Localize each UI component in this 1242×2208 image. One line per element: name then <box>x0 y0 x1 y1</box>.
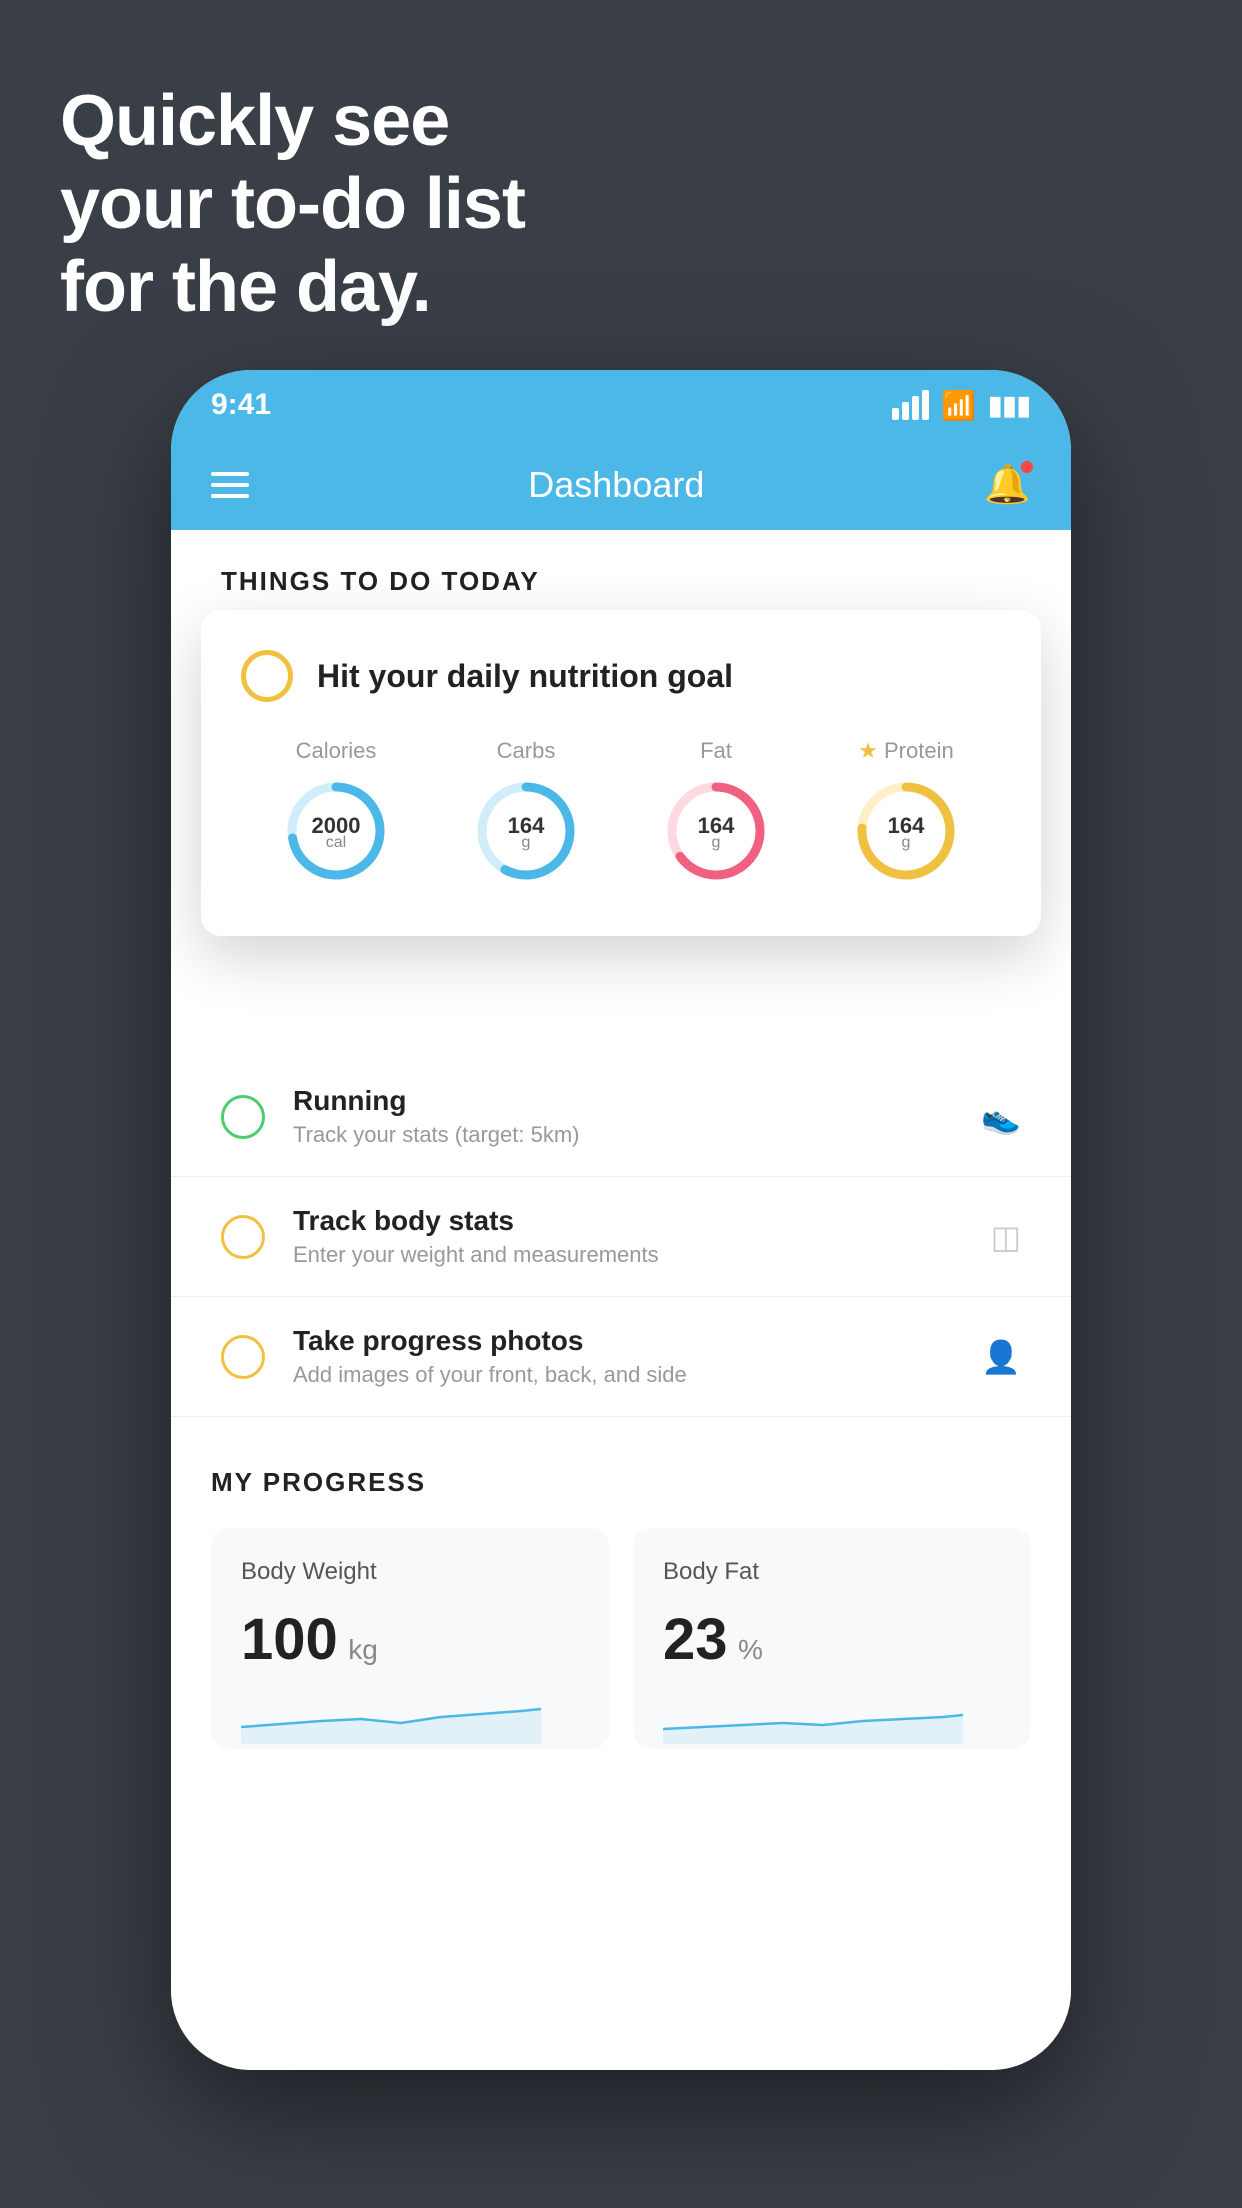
running-text: Running Track your stats (target: 5km) <box>293 1085 953 1148</box>
notification-bell-button[interactable]: 🔔 <box>984 463 1031 507</box>
svg-text:g: g <box>902 834 911 851</box>
progress-photos-check-circle <box>221 1335 265 1379</box>
hamburger-line <box>211 472 249 476</box>
fat-label: Fat <box>700 738 732 764</box>
signal-icon <box>892 390 929 420</box>
status-icons: 📶 ▮▮▮ <box>892 389 1031 422</box>
svg-text:g: g <box>522 834 531 851</box>
body-fat-value-row: 23 % <box>663 1606 1001 1673</box>
body-fat-card-title: Body Fat <box>663 1558 1001 1586</box>
app-header: Dashboard 🔔 <box>171 440 1071 530</box>
progress-photos-title: Take progress photos <box>293 1325 953 1357</box>
body-stats-text: Track body stats Enter your weight and m… <box>293 1205 963 1268</box>
hamburger-line <box>211 483 249 487</box>
nutrition-card-header: Hit your daily nutrition goal <box>241 650 1001 702</box>
calories-label: Calories <box>296 738 377 764</box>
status-bar: 9:41 📶 ▮▮▮ <box>171 370 1071 440</box>
nutrition-card: Hit your daily nutrition goal Calories 2… <box>201 610 1041 936</box>
calories-ring: 2000 cal <box>281 776 391 886</box>
body-weight-card-title: Body Weight <box>241 1558 579 1586</box>
progress-heading: MY PROGRESS <box>211 1467 1031 1498</box>
body-fat-unit: % <box>738 1634 763 1665</box>
body-weight-unit: kg <box>348 1634 378 1665</box>
progress-section: MY PROGRESS Body Weight 100 kg B <box>171 1417 1071 1749</box>
star-icon: ★ <box>858 738 878 764</box>
shoe-icon: 👟 <box>981 1098 1021 1136</box>
status-time: 9:41 <box>211 388 271 422</box>
things-to-do-heading: THINGS TO DO TODAY <box>171 530 1071 617</box>
progress-photos-text: Take progress photos Add images of your … <box>293 1325 953 1388</box>
hamburger-menu-button[interactable] <box>211 472 249 498</box>
body-fat-card: Body Fat 23 % <box>633 1528 1031 1749</box>
body-stats-check-circle <box>221 1215 265 1259</box>
running-title: Running <box>293 1085 953 1117</box>
content-area: THINGS TO DO TODAY Hit your daily nutrit… <box>171 530 1071 2070</box>
hamburger-line <box>211 494 249 498</box>
carbs-circle: Carbs 164 g <box>471 738 581 886</box>
running-check-circle <box>221 1095 265 1139</box>
body-weight-card: Body Weight 100 kg <box>211 1528 609 1749</box>
carbs-ring: 164 g <box>471 776 581 886</box>
wifi-icon: 📶 <box>941 389 976 422</box>
body-stats-subtitle: Enter your weight and measurements <box>293 1242 963 1268</box>
fat-circle: Fat 164 g <box>661 738 771 886</box>
person-icon: 👤 <box>981 1338 1021 1376</box>
protein-ring: 164 g <box>851 776 961 886</box>
header-title: Dashboard <box>528 464 704 506</box>
protein-circle: ★ Protein 164 g <box>851 738 961 886</box>
progress-cards: Body Weight 100 kg Body Fat 23 % <box>211 1528 1031 1749</box>
body-stats-title: Track body stats <box>293 1205 963 1237</box>
todo-item-progress-photos[interactable]: Take progress photos Add images of your … <box>171 1297 1071 1417</box>
carbs-label: Carbs <box>497 738 556 764</box>
svg-text:g: g <box>712 834 721 851</box>
battery-icon: ▮▮▮ <box>988 390 1031 421</box>
nutrition-check-circle <box>241 650 293 702</box>
nutrition-title: Hit your daily nutrition goal <box>317 658 733 695</box>
fat-ring: 164 g <box>661 776 771 886</box>
calories-circle: Calories 2000 cal <box>281 738 391 886</box>
body-weight-value: 100 <box>241 1607 338 1672</box>
phone-mockup: 9:41 📶 ▮▮▮ Dashboard 🔔 THINGS TO DO TO <box>171 370 1071 2070</box>
todo-list: Running Track your stats (target: 5km) 👟… <box>171 1057 1071 1417</box>
body-weight-sparkline <box>241 1689 541 1744</box>
nutrition-circles: Calories 2000 cal Carbs 164 g <box>241 738 1001 886</box>
protein-label: ★ Protein <box>858 738 953 764</box>
hero-text: Quickly see your to-do list for the day. <box>60 80 525 328</box>
body-fat-sparkline <box>663 1689 963 1744</box>
todo-item-running[interactable]: Running Track your stats (target: 5km) 👟 <box>171 1057 1071 1177</box>
svg-text:cal: cal <box>326 834 346 851</box>
progress-photos-subtitle: Add images of your front, back, and side <box>293 1362 953 1388</box>
todo-item-body-stats[interactable]: Track body stats Enter your weight and m… <box>171 1177 1071 1297</box>
body-weight-value-row: 100 kg <box>241 1606 579 1673</box>
notification-dot <box>1019 459 1035 475</box>
scale-icon: ◫ <box>991 1218 1021 1256</box>
running-subtitle: Track your stats (target: 5km) <box>293 1122 953 1148</box>
body-fat-value: 23 <box>663 1607 728 1672</box>
